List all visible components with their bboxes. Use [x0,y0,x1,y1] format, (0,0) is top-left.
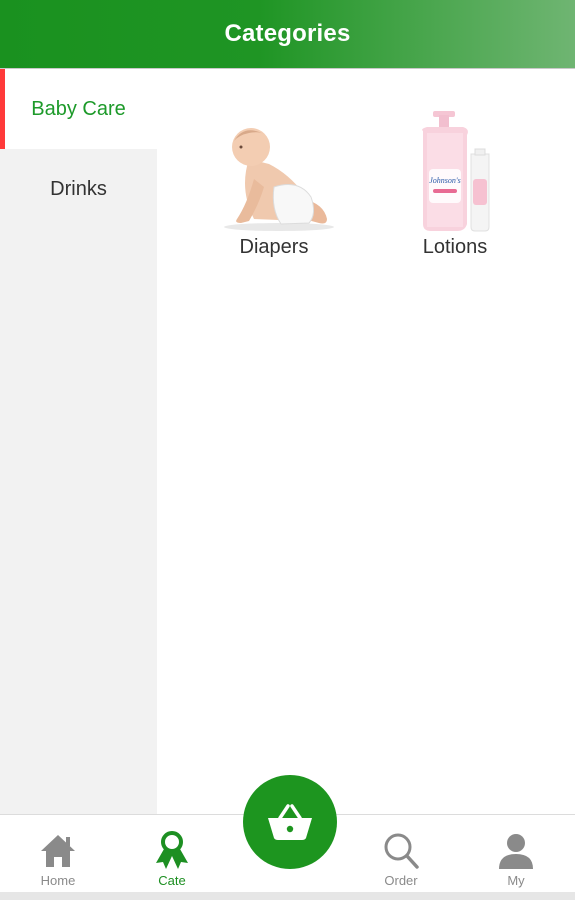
home-icon [41,835,75,867]
tab-label: Cate [158,873,186,888]
lotion-bottle-photo: Johnson's [380,104,530,234]
sidebar-item-label: Baby Care [31,97,126,120]
search-icon [384,833,419,869]
category-content: Diapers Johnson's Lotions [157,69,575,814]
tab-order[interactable]: Order [361,815,441,893]
tab-label: Order [384,873,418,888]
category-tile-diapers[interactable]: Diapers [199,104,349,259]
tab-my[interactable]: My [476,815,556,893]
baby-photo [199,104,349,234]
category-tile-lotions[interactable]: Johnson's Lotions [380,104,530,259]
category-label: Lotions [422,236,488,258]
tab-label: My [507,873,525,888]
tab-cate[interactable]: Cate [132,815,212,893]
category-sidebar: Baby Care Drinks [0,69,157,814]
basket-icon [268,804,312,840]
tab-label: Home [40,873,76,888]
person-icon [499,834,533,869]
brand-logo-text: Johnson's [429,176,461,185]
tab-home[interactable]: Home [18,815,98,893]
page-title: Categories [224,20,351,47]
sidebar-item-baby-care[interactable]: Baby Care [0,69,157,149]
bottom-edge [0,892,575,900]
app-header: Categories [0,0,575,69]
sidebar-item-label: Drinks [50,177,107,200]
cart-button[interactable] [243,775,337,869]
category-ribbon-icon [156,831,188,869]
sidebar-item-drinks[interactable]: Drinks [0,149,157,229]
category-label: Diapers [239,236,309,258]
